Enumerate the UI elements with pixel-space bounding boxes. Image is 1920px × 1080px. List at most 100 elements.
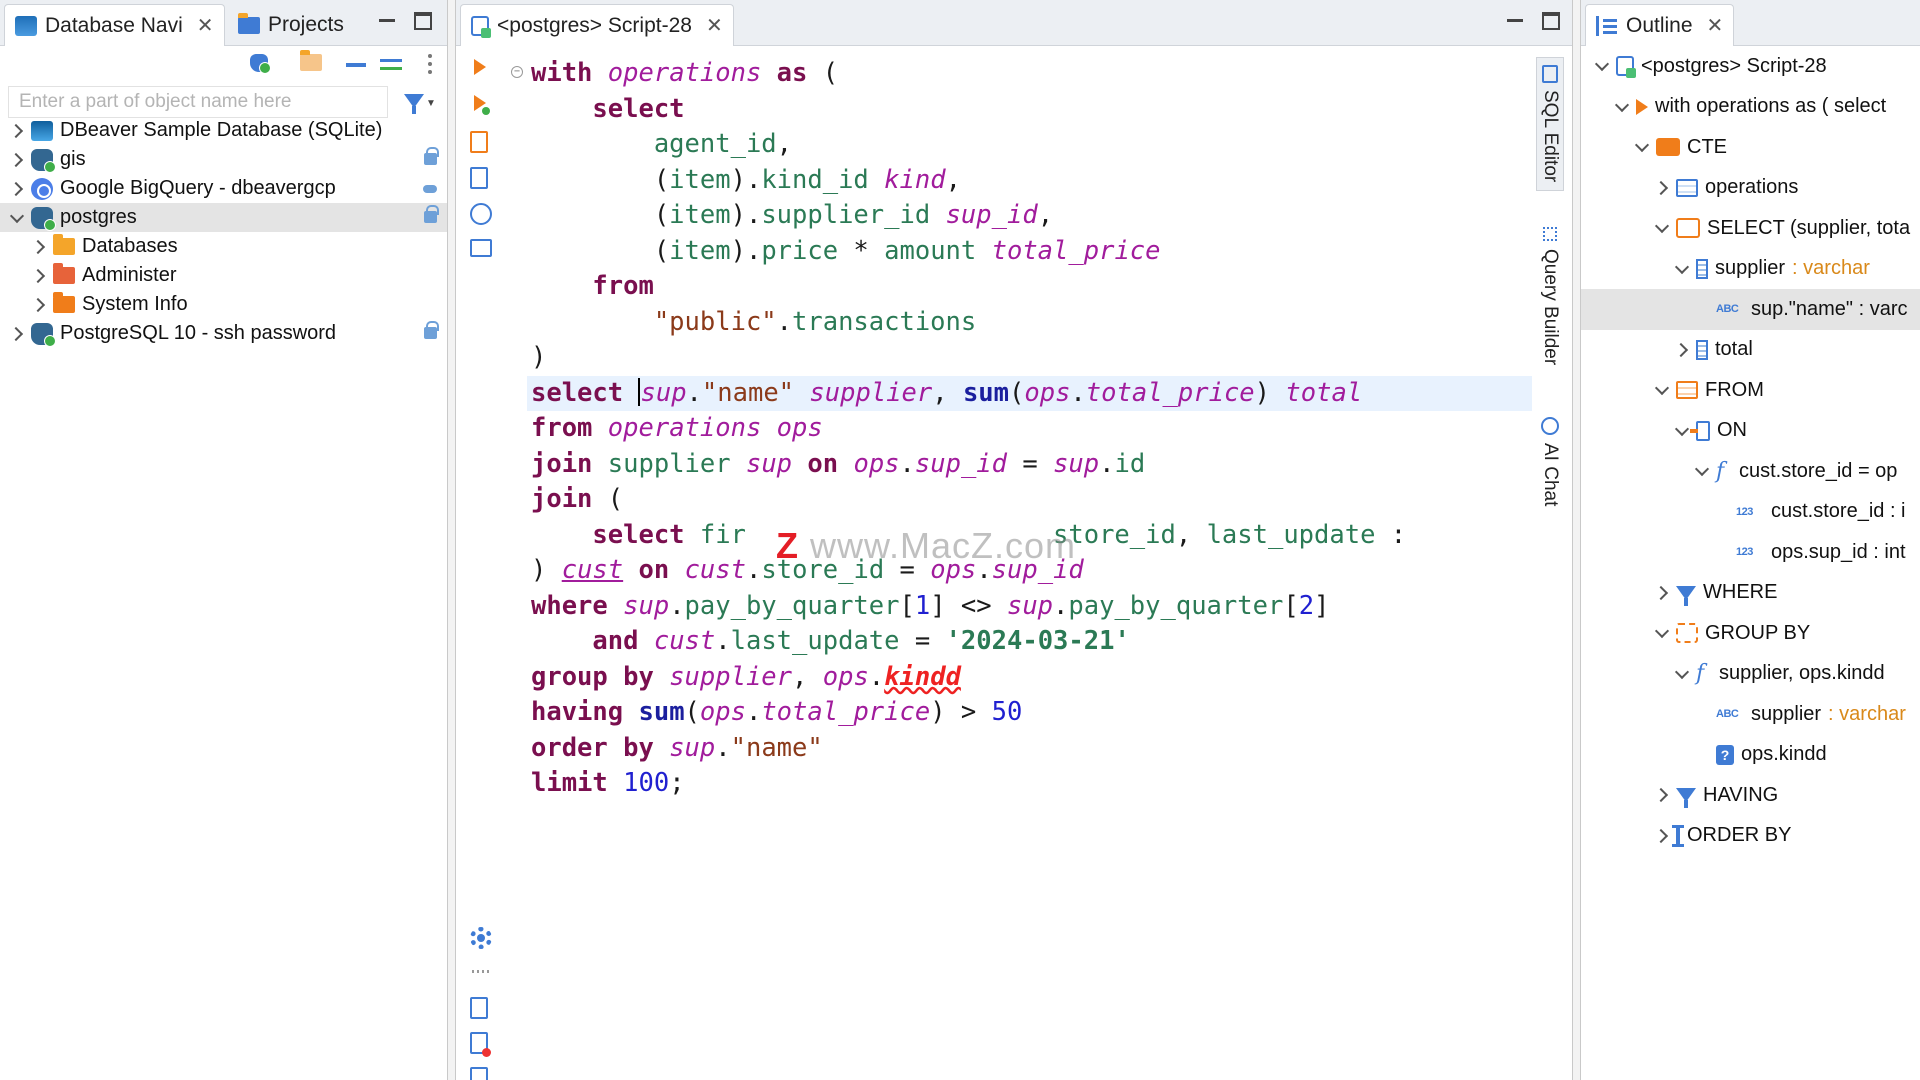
outline-item[interactable]: WHERE <box>1581 573 1920 614</box>
chevron-right-icon[interactable] <box>1653 787 1669 803</box>
chevron-right-icon[interactable] <box>1673 342 1689 358</box>
problems-icon[interactable] <box>470 1032 494 1057</box>
chevron-right-icon[interactable] <box>30 268 46 284</box>
outline-item[interactable]: GROUP BY <box>1581 613 1920 654</box>
explain-plan-icon[interactable] <box>470 203 494 227</box>
output-icon[interactable] <box>470 1067 494 1080</box>
code-line[interactable]: join ( <box>531 482 1512 518</box>
outline-item[interactable]: supplier : varchar <box>1581 249 1920 290</box>
code-line[interactable]: group by supplier, ops.kindd <box>531 660 1512 696</box>
tree-item-postgres[interactable]: postgres <box>0 203 447 232</box>
new-connection-icon[interactable] <box>250 54 272 76</box>
tab-projects[interactable]: Projects <box>228 4 354 46</box>
chevron-right-icon[interactable] <box>8 123 24 139</box>
sql-code-area[interactable]: − with operations as ( select agent_id, (… <box>511 56 1532 802</box>
outline-item[interactable]: CTE <box>1581 127 1920 168</box>
filter-button[interactable]: ▼ <box>400 88 436 116</box>
outline-item[interactable]: SELECT (supplier, tota <box>1581 208 1920 249</box>
outline-item[interactable]: ABC supplier : varchar <box>1581 694 1920 735</box>
code-line[interactable]: having sum(ops.total_price) > 50 <box>531 695 1512 731</box>
settings-gear-icon[interactable] <box>470 927 494 951</box>
outline-item[interactable]: 123 cust.store_id : i <box>1581 492 1920 533</box>
chevron-down-icon[interactable] <box>1673 423 1689 439</box>
export-script-icon[interactable] <box>470 997 494 1021</box>
execute-in-new-tab-icon[interactable] <box>470 95 494 119</box>
minimize-button[interactable] <box>378 12 396 30</box>
outline-item[interactable]: f supplier, ops.kindd <box>1581 654 1920 695</box>
outline-item[interactable]: total <box>1581 330 1920 371</box>
chevron-down-icon[interactable] <box>1653 625 1669 641</box>
tab-script-28[interactable]: <postgres> Script-28 ✕ <box>460 4 734 46</box>
code-line[interactable]: "public".transactions <box>531 305 1512 341</box>
chevron-down-icon[interactable] <box>1593 58 1609 74</box>
tree-item-postgresql-10[interactable]: PostgreSQL 10 - ssh password <box>0 319 447 348</box>
code-line[interactable]: select sup."name" supplier, sum(ops.tota… <box>527 375 1532 411</box>
code-line[interactable]: where sup.pay_by_quarter[1] <> sup.pay_b… <box>531 589 1512 625</box>
tab-query-builder[interactable]: Query Builder <box>1539 227 1561 365</box>
chevron-down-icon[interactable] <box>1633 139 1649 155</box>
outline-item[interactable]: <postgres> Script-28 <box>1581 46 1920 87</box>
tree-item-gis[interactable]: gis <box>0 145 447 174</box>
chevron-down-icon[interactable] <box>1653 382 1669 398</box>
chevron-right-icon[interactable] <box>8 152 24 168</box>
chevron-right-icon[interactable] <box>8 181 24 197</box>
outline-item[interactable]: f cust.store_id = op <box>1581 451 1920 492</box>
close-icon[interactable]: ✕ <box>706 13 723 38</box>
outline-item[interactable]: ON <box>1581 411 1920 452</box>
tab-sql-editor[interactable]: SQL Editor <box>1536 57 1564 192</box>
terminal-icon[interactable] <box>470 239 494 263</box>
code-line[interactable]: (item).price * amount total_price <box>531 234 1512 270</box>
tree-item-bigquery[interactable]: Google BigQuery - dbeavergcp <box>0 174 447 203</box>
outline-item[interactable]: ABC sup."name" : varc <box>1581 289 1920 330</box>
chevron-right-icon[interactable] <box>1653 180 1669 196</box>
outline-item[interactable]: ? ops.kindd <box>1581 735 1920 776</box>
fold-toggle-icon[interactable]: − <box>511 66 523 78</box>
code-line[interactable]: − with operations as ( <box>511 56 1512 92</box>
tree-item-system-info[interactable]: System Info <box>0 290 447 319</box>
tree-item-databases[interactable]: Databases <box>0 232 447 261</box>
chevron-right-icon[interactable] <box>1653 585 1669 601</box>
close-icon[interactable]: ✕ <box>1707 13 1724 38</box>
maximize-button[interactable] <box>414 12 432 30</box>
chevron-down-icon[interactable] <box>8 210 24 226</box>
code-line[interactable]: from operations ops <box>531 411 1512 447</box>
chevron-down-icon[interactable] <box>1613 99 1629 115</box>
tab-database-navigator[interactable]: Database Navi ✕ <box>4 4 225 46</box>
chevron-right-icon[interactable] <box>8 326 24 342</box>
code-line[interactable]: agent_id, <box>531 127 1512 163</box>
tree-item-sqlite[interactable]: DBeaver Sample Database (SQLite) <box>0 116 447 145</box>
chevron-down-icon[interactable] <box>1673 666 1689 682</box>
code-line[interactable]: limit 100; <box>531 766 1512 802</box>
object-filter-input[interactable] <box>8 86 388 118</box>
code-line[interactable]: (item).supplier_id sup_id, <box>531 198 1512 234</box>
execute-script-icon[interactable] <box>470 131 494 155</box>
outline-item[interactable]: ORDER BY <box>1581 816 1920 857</box>
chevron-right-icon[interactable] <box>30 239 46 255</box>
chevron-down-icon[interactable] <box>1693 463 1709 479</box>
close-icon[interactable]: ✕ <box>197 13 214 38</box>
code-line[interactable]: order by sup."name" <box>531 731 1512 767</box>
outline-item[interactable]: HAVING <box>1581 775 1920 816</box>
maximize-button[interactable] <box>1542 12 1560 30</box>
outline-item[interactable]: 123 ops.sup_id : int <box>1581 532 1920 573</box>
collapse-all-icon[interactable] <box>346 54 368 76</box>
code-line[interactable]: and cust.last_update = '2024-03-21' <box>531 624 1512 660</box>
chevron-right-icon[interactable] <box>30 297 46 313</box>
outline-item[interactable]: operations <box>1581 168 1920 209</box>
outline-item[interactable]: FROM <box>1581 370 1920 411</box>
minimize-button[interactable] <box>1506 12 1524 30</box>
tree-item-administer[interactable]: Administer <box>0 261 447 290</box>
code-line[interactable]: from <box>531 269 1512 305</box>
code-line[interactable]: ) <box>531 340 1512 376</box>
chevron-down-icon[interactable] <box>1653 220 1669 236</box>
more-options-icon[interactable] <box>420 54 442 76</box>
code-line[interactable]: join supplier sup on ops.sup_id = sup.id <box>531 447 1512 483</box>
tab-outline[interactable]: Outline ✕ <box>1585 4 1735 46</box>
outline-item[interactable]: with operations as ( select <box>1581 87 1920 128</box>
code-line[interactable]: (item).kind_id kind, <box>531 163 1512 199</box>
execute-script-new-tab-icon[interactable] <box>470 167 494 191</box>
link-with-editor-icon[interactable] <box>380 54 402 76</box>
tab-ai-chat[interactable]: AI Chat <box>1539 417 1561 506</box>
new-folder-icon[interactable] <box>300 50 322 76</box>
code-line[interactable]: select <box>531 92 1512 128</box>
